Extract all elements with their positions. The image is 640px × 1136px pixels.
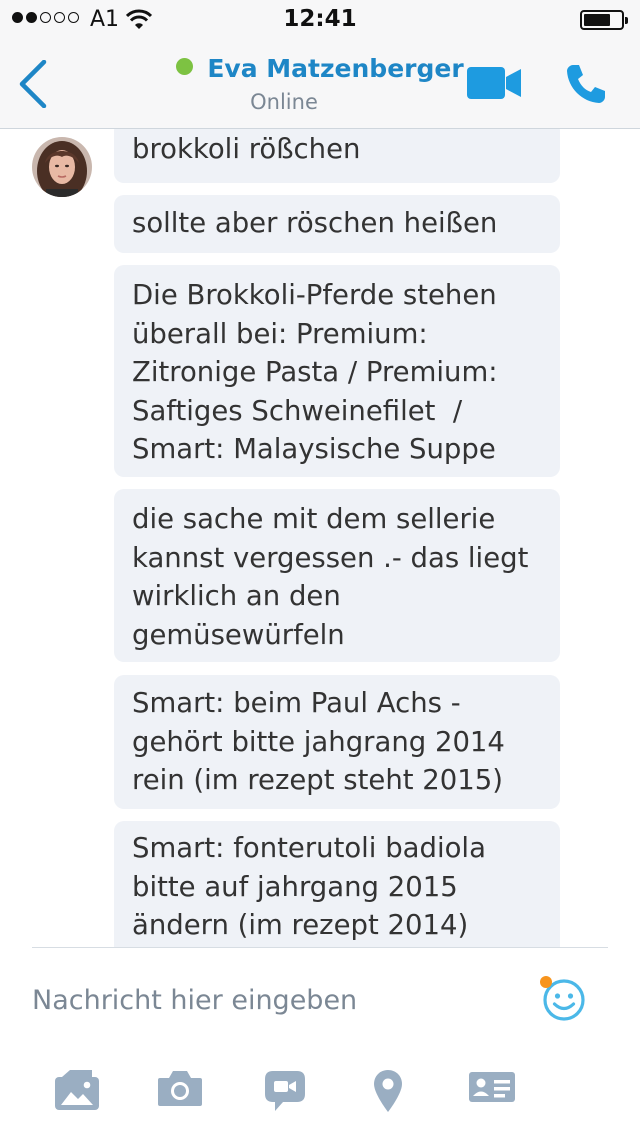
message-bubble[interactable]: Die Brokkoli-Pferde stehen überall bei: … <box>114 265 560 477</box>
clock: 12:41 <box>283 6 357 32</box>
message-bubble[interactable]: die sache mit dem sellerie kannst verges… <box>114 489 560 662</box>
media-icon <box>55 1070 99 1110</box>
composer-divider <box>32 947 608 948</box>
video-call-icon <box>467 67 521 99</box>
message-bubble[interactable]: sollte aber röschen heißen <box>114 195 560 253</box>
notification-dot <box>540 976 552 988</box>
presence-indicator <box>176 58 194 75</box>
contact-name-button[interactable]: Eva Matzenberger <box>0 54 640 83</box>
conversation-header: Eva Matzenberger Online <box>0 40 640 129</box>
phone-icon <box>567 65 605 103</box>
contact-avatar[interactable] <box>32 137 92 197</box>
video-call-button[interactable] <box>466 66 522 104</box>
status-bar: A1 12:41 <box>0 0 640 40</box>
audio-call-button[interactable] <box>564 62 608 110</box>
message-list[interactable]: brokkoli rößchen sollte aber röschen hei… <box>0 129 640 947</box>
contact-name: Eva Matzenberger <box>207 54 464 83</box>
video-message-button[interactable] <box>263 1068 307 1118</box>
camera-icon <box>158 1071 202 1106</box>
video-message-icon <box>265 1071 305 1111</box>
contact-card-icon <box>469 1072 515 1102</box>
battery-icon <box>580 10 628 30</box>
location-icon <box>374 1070 402 1112</box>
message-input[interactable] <box>32 970 512 1030</box>
camera-button[interactable] <box>157 1068 203 1112</box>
message-bubble[interactable]: brokkoli rößchen <box>114 129 560 183</box>
contact-card-button[interactable] <box>468 1068 516 1108</box>
message-bubble[interactable]: Smart: beim Paul Achs - gehört bitte jah… <box>114 675 560 809</box>
message-bubble[interactable]: Smart: fonterutoli badiola bitte auf jah… <box>114 821 560 947</box>
media-button[interactable] <box>54 1068 100 1116</box>
location-button[interactable] <box>372 1068 404 1118</box>
